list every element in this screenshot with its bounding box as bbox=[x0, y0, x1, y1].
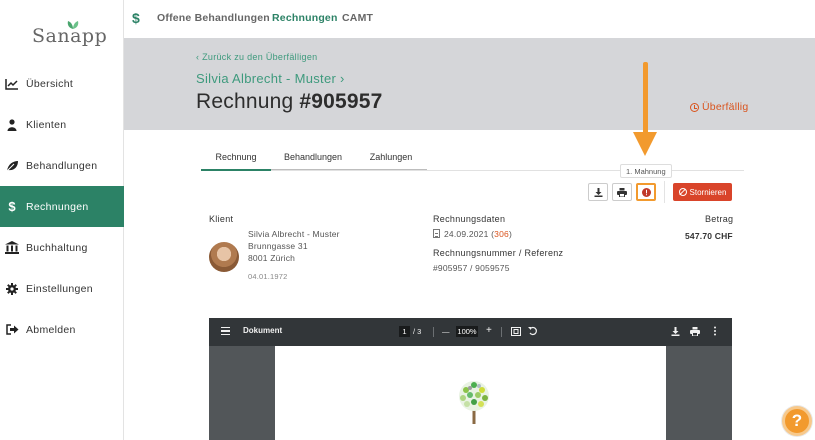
title-prefix: Rechnung bbox=[196, 90, 300, 113]
client-name: Silvia Albrecht - Muster bbox=[248, 229, 340, 239]
page-count: / 3 bbox=[413, 327, 422, 336]
ban-icon bbox=[678, 188, 687, 196]
sidebar-item-label: Abmelden bbox=[26, 323, 76, 336]
fit-page-button[interactable] bbox=[510, 325, 522, 337]
reminder-tooltip: 1. Mahnung bbox=[620, 164, 672, 178]
sidebar-item-label: Klienten bbox=[26, 118, 67, 131]
sidebar-item-label: Behandlungen bbox=[26, 159, 98, 172]
document-icon bbox=[433, 229, 440, 238]
divider bbox=[501, 327, 502, 337]
menu-icon[interactable] bbox=[221, 327, 230, 335]
app: Sanapp Übersicht Klienten Behandlungen $… bbox=[0, 0, 815, 440]
pdf-print-button[interactable] bbox=[689, 325, 701, 337]
page-input[interactable]: 1 bbox=[399, 326, 410, 337]
reminder-button[interactable] bbox=[636, 183, 656, 201]
arrow-annotation bbox=[643, 62, 648, 134]
invoice-date: 24.09.2021 (306) bbox=[433, 229, 512, 239]
divider bbox=[664, 181, 665, 203]
client-birthdate: 04.01.1972 bbox=[248, 272, 288, 281]
leaf-icon bbox=[5, 159, 19, 173]
topnav-offene-behandlungen[interactable]: Offene Behandlungen bbox=[157, 12, 270, 24]
print-button[interactable] bbox=[612, 183, 632, 201]
gear-icon bbox=[5, 282, 19, 296]
fit-page-icon bbox=[511, 326, 521, 336]
help-button[interactable]: ? bbox=[782, 406, 812, 436]
days-open[interactable]: 306 bbox=[494, 229, 509, 239]
pdf-viewer[interactable]: Dokument 1 / 3 — 100% + bbox=[209, 318, 732, 440]
reference-value: #905957 / 9059575 bbox=[433, 263, 510, 273]
amount-label: Betrag bbox=[705, 214, 734, 224]
download-button[interactable] bbox=[588, 183, 608, 201]
divider bbox=[433, 327, 434, 337]
invoice-dates-label: Rechnungsdaten bbox=[433, 214, 506, 224]
zoom-out-button[interactable]: — bbox=[442, 327, 450, 336]
sidebar-item-label: Buchhaltung bbox=[26, 241, 88, 254]
download-icon bbox=[594, 187, 602, 197]
sidebar-item-abmelden[interactable]: Abmelden bbox=[0, 309, 124, 350]
invoice-number: #905957 bbox=[299, 90, 383, 113]
top-navigation: $ Offene Behandlungen Rechnungen CAMT bbox=[124, 0, 815, 38]
rotate-icon bbox=[528, 326, 537, 336]
pdf-toolbar: Dokument 1 / 3 — 100% + bbox=[209, 318, 732, 346]
arrow-annotation-head bbox=[633, 132, 657, 156]
amount-value: 547.70 CHF bbox=[685, 231, 733, 241]
clock-icon bbox=[690, 102, 699, 112]
sidebar-item-uebersicht[interactable]: Übersicht bbox=[0, 63, 124, 104]
tab-zahlungen[interactable]: Zahlungen bbox=[355, 144, 427, 170]
client-street: Brunngasse 31 bbox=[248, 241, 308, 251]
rotate-button[interactable] bbox=[527, 325, 539, 337]
sidebar-item-einstellungen[interactable]: Einstellungen bbox=[0, 268, 124, 309]
tab-rechnung[interactable]: Rechnung bbox=[201, 144, 271, 171]
sidebar-item-label: Rechnungen bbox=[26, 200, 89, 213]
topnav-camt[interactable]: CAMT bbox=[342, 12, 373, 24]
sidebar-item-klienten[interactable]: Klienten bbox=[0, 104, 124, 145]
client-label: Klient bbox=[209, 214, 234, 224]
invoice-date-value: 24.09.2021 bbox=[444, 229, 489, 239]
invoice-header: ‹ Zurück zu den Überfälligen Silvia Albr… bbox=[124, 38, 815, 130]
more-vertical-icon bbox=[714, 326, 716, 336]
print-icon bbox=[690, 326, 700, 336]
dollar-icon: $ bbox=[132, 10, 140, 26]
user-icon bbox=[5, 118, 19, 132]
pdf-download-button[interactable] bbox=[669, 325, 681, 337]
tab-divider bbox=[271, 169, 427, 170]
cancel-label: Stornieren bbox=[689, 187, 727, 197]
more-options-button[interactable] bbox=[709, 325, 721, 337]
pdf-page bbox=[275, 346, 666, 440]
tab-behandlungen[interactable]: Behandlungen bbox=[271, 144, 355, 170]
avatar bbox=[209, 242, 239, 272]
leaf-logo-icon bbox=[67, 21, 79, 29]
sidebar-item-rechnungen[interactable]: $ Rechnungen bbox=[0, 186, 124, 227]
cancel-invoice-button[interactable]: Stornieren bbox=[673, 183, 732, 201]
back-link[interactable]: ‹ Zurück zu den Überfälligen bbox=[196, 52, 317, 62]
dollar-icon: $ bbox=[8, 199, 16, 214]
topnav-rechnungen[interactable]: Rechnungen bbox=[272, 12, 338, 24]
reference-label: Rechnungsnummer / Referenz bbox=[433, 248, 564, 258]
sidebar-item-label: Übersicht bbox=[26, 77, 74, 90]
pdf-title: Dokument bbox=[243, 326, 283, 335]
print-icon bbox=[617, 187, 627, 197]
bank-icon bbox=[5, 241, 19, 255]
sidebar-item-buchhaltung[interactable]: Buchhaltung bbox=[0, 227, 124, 268]
status-badge: Überfällig bbox=[690, 101, 748, 113]
tree-logo-icon bbox=[459, 381, 489, 424]
status-label: Überfällig bbox=[702, 101, 749, 113]
exclamation-circle-icon bbox=[641, 187, 651, 197]
zoom-level[interactable]: 100% bbox=[456, 326, 478, 337]
logo: Sanapp bbox=[30, 21, 107, 47]
sidebar-item-behandlungen[interactable]: Behandlungen bbox=[0, 145, 124, 186]
logout-icon bbox=[5, 323, 19, 337]
download-icon bbox=[671, 326, 679, 336]
sidebar: Sanapp Übersicht Klienten Behandlungen $… bbox=[0, 0, 124, 440]
client-city: 8001 Zürich bbox=[248, 253, 296, 263]
chart-line-icon bbox=[5, 77, 19, 91]
page-title: Rechnung #905957 bbox=[196, 90, 383, 114]
zoom-in-button[interactable]: + bbox=[486, 325, 492, 336]
sidebar-item-label: Einstellungen bbox=[26, 282, 93, 295]
patient-link[interactable]: Silvia Albrecht - Muster › bbox=[196, 71, 345, 86]
days-open-close-paren: ) bbox=[508, 229, 512, 239]
